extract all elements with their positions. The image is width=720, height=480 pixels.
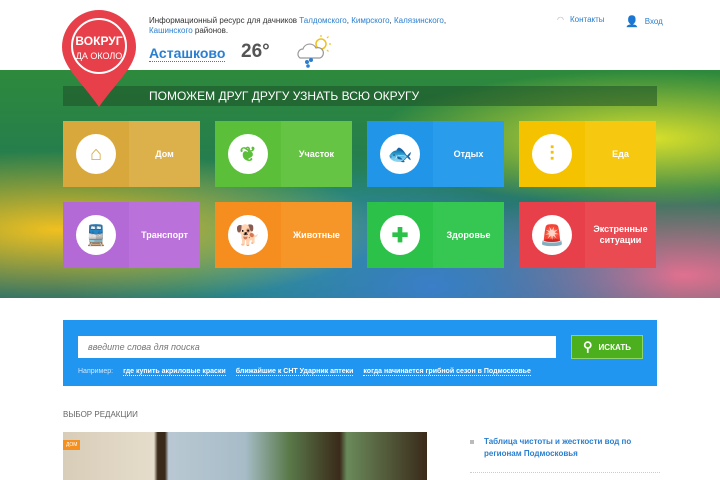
fishing-icon: 🐟 xyxy=(380,134,420,174)
category-badge: ДОМ xyxy=(63,440,81,450)
category-tile[interactable]: ✚ Здоровье xyxy=(367,202,504,268)
region-link[interactable]: Калязинского xyxy=(394,16,444,25)
medical-cross-icon: ✚ xyxy=(380,215,420,255)
tile-icon-box: ⌂ xyxy=(63,121,129,187)
login-link[interactable]: 👤 Вход xyxy=(625,15,663,28)
region-link[interactable]: Кимрского xyxy=(351,16,389,25)
tile-icon-box: 🚆 xyxy=(63,202,129,268)
category-tile[interactable]: ❦ Участок xyxy=(215,121,352,187)
svg-text:ВОКРУГ: ВОКРУГ xyxy=(75,34,122,48)
house-icon: ⌂ xyxy=(76,134,116,174)
example-link[interactable]: где купить акриловые краски xyxy=(123,368,226,376)
tile-icon-box: 🚨 xyxy=(519,202,585,268)
train-icon: 🚆 xyxy=(76,215,116,255)
region-link[interactable]: Кашинского xyxy=(149,26,193,35)
category-tile[interactable]: 🐕 Животные xyxy=(215,202,352,268)
category-tile[interactable]: 🚨 Экстренные ситуации xyxy=(519,202,656,268)
divider xyxy=(470,472,660,473)
tile-label: Животные xyxy=(293,229,340,240)
tile-label: Здоровье xyxy=(446,229,491,240)
city-selector[interactable]: Асташково xyxy=(149,45,226,62)
cloud-sun-rain-icon xyxy=(297,35,331,68)
category-tile[interactable]: 🐟 Отдых xyxy=(367,121,504,187)
search-button[interactable]: ⚲ ИСКАТЬ xyxy=(571,335,643,359)
search-examples: Например: где купить акриловые краски бл… xyxy=(78,368,531,376)
temperature: 26° xyxy=(241,41,270,62)
tile-label: Отдых xyxy=(453,148,484,159)
tile-label: Еда xyxy=(612,148,629,159)
plant-icon: ❦ xyxy=(228,134,268,174)
skewer-icon: ⫶ xyxy=(532,134,572,174)
site-description: Информационный ресурс для дачников Талдо… xyxy=(149,16,447,35)
tile-icon-box: 🐟 xyxy=(367,121,433,187)
example-link[interactable]: когда начинается грибной сезон в Подмоск… xyxy=(363,368,531,376)
tile-icon-box: ✚ xyxy=(367,202,433,268)
logo[interactable]: ВОКРУГ ДА ОКОЛО xyxy=(60,8,138,108)
tile-label: Экстренные ситуации xyxy=(593,224,648,245)
tile-icon-box: 🐕 xyxy=(215,202,281,268)
banner-slogan: ПОМОЖЕМ ДРУГ ДРУГУ УЗНАТЬ ВСЮ ОКРУГУ xyxy=(63,86,657,106)
siren-icon: 🚨 xyxy=(532,215,572,255)
tile-label: Участок xyxy=(298,148,335,159)
featured-article-image[interactable] xyxy=(63,432,427,480)
tile-icon-box: ❦ xyxy=(215,121,281,187)
svg-text:ДА ОКОЛО: ДА ОКОЛО xyxy=(76,51,123,61)
contacts-link[interactable]: ◠ Контакты xyxy=(557,15,605,24)
search-panel: ⚲ИСКАТЬ Например: где купить акриловые к… xyxy=(63,320,657,386)
user-icon: 👤 xyxy=(625,16,639,28)
section-title: ВЫБОР РЕДАКЦИИ xyxy=(63,410,138,419)
category-tile[interactable]: 🚆 Транспорт xyxy=(63,202,200,268)
region-link[interactable]: Талдомского xyxy=(299,16,347,25)
category-tile[interactable]: ⌂ Дом xyxy=(63,121,200,187)
category-tile[interactable]: ⫶ Еда xyxy=(519,121,656,187)
tile-label: Транспорт xyxy=(141,229,188,240)
wifi-icon: ◠ xyxy=(557,15,564,24)
example-link[interactable]: ближайшие к СНТ Ударник аптеки xyxy=(235,368,354,376)
tile-icon-box: ⫶ xyxy=(519,121,585,187)
search-icon: ⚲ xyxy=(583,339,593,354)
search-input[interactable] xyxy=(78,336,556,358)
pets-icon: 🐕 xyxy=(228,215,268,255)
news-link[interactable]: Таблица чистоты и жесткости вод по регио… xyxy=(470,436,660,460)
tile-label: Дом xyxy=(155,148,174,159)
